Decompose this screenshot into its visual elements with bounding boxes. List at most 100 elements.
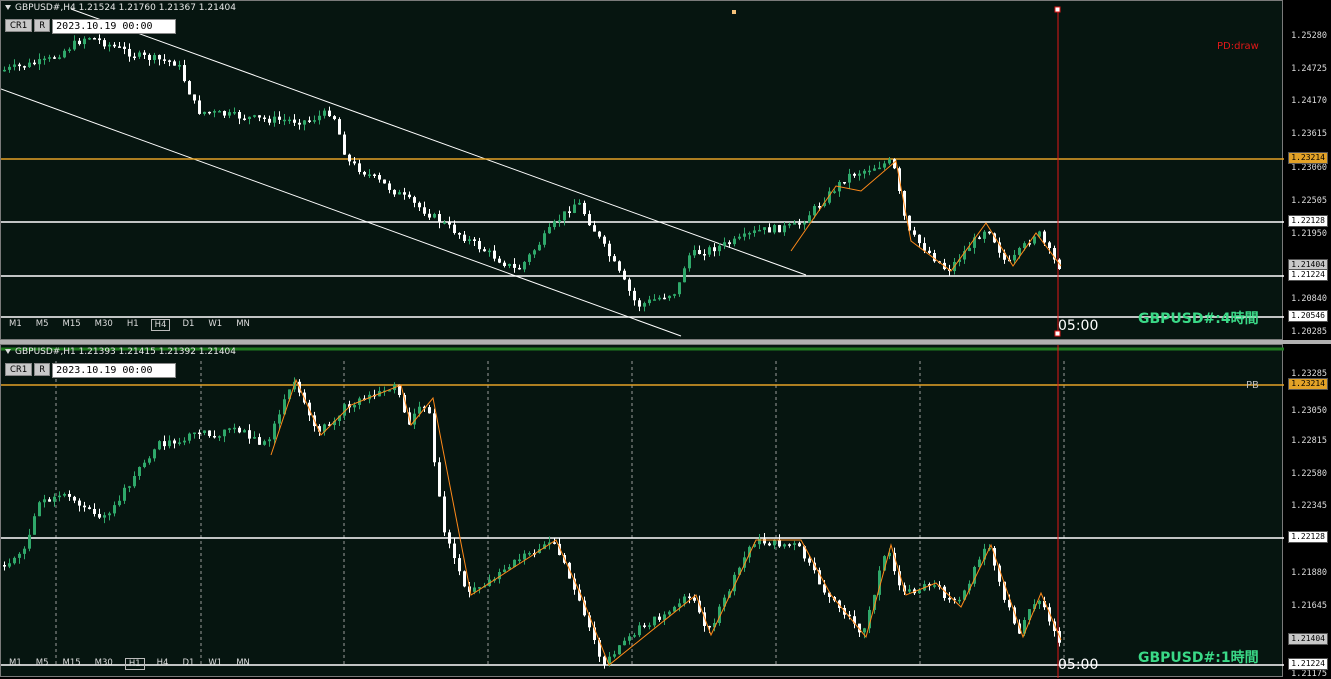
- bull-candle: [13, 557, 16, 564]
- bull-candle: [543, 233, 546, 245]
- tf-h1[interactable]: H1: [125, 319, 141, 331]
- bull-candle: [968, 247, 971, 252]
- date-input[interactable]: 2023.10.19 00:00: [52, 363, 177, 378]
- bear-candle: [263, 117, 266, 120]
- bear-candle: [193, 94, 196, 101]
- tf-h4[interactable]: H4: [155, 658, 171, 670]
- bull-candle: [63, 493, 66, 496]
- bull-candle: [233, 427, 236, 430]
- price-tick: 1.23050: [1291, 406, 1327, 416]
- bear-candle: [623, 270, 626, 280]
- bull-candle: [743, 233, 746, 237]
- tf-m15[interactable]: M15: [61, 319, 83, 331]
- tf-h4[interactable]: H4: [150, 319, 171, 331]
- bull-candle: [508, 263, 511, 266]
- bear-candle: [598, 231, 601, 237]
- h1-chart-pane[interactable]: GBPUSD#,H1 1.21393 1.21415 1.21392 1.214…: [0, 344, 1331, 679]
- pd-draw-label: PD:draw: [1217, 41, 1259, 52]
- r-button[interactable]: R: [34, 363, 51, 376]
- bull-candle: [73, 40, 76, 50]
- price-level-label: 1.23214: [1288, 378, 1328, 390]
- bear-candle: [93, 508, 96, 514]
- bear-candle: [688, 596, 691, 599]
- bear-candle: [308, 120, 311, 122]
- bear-candle: [628, 279, 631, 291]
- bull-candle: [863, 170, 866, 174]
- bear-candle: [698, 250, 701, 255]
- price-tick: 1.24725: [1291, 64, 1327, 74]
- dropdown-triangle-icon[interactable]: [5, 349, 11, 354]
- bear-candle: [258, 437, 261, 445]
- bull-candle: [528, 254, 531, 262]
- tf-mn[interactable]: MN: [234, 319, 252, 331]
- bull-candle: [668, 295, 671, 299]
- bear-candle: [163, 441, 166, 447]
- tf-m15[interactable]: M15: [61, 658, 83, 670]
- bear-candle: [728, 242, 731, 245]
- h4-price-axis[interactable]: 1.25280 1.24725 1.24170 1.23615 1.23060 1.225…: [1281, 0, 1331, 340]
- price-level-label: 1.21224: [1288, 269, 1328, 281]
- tf-m30[interactable]: M30: [93, 319, 115, 331]
- price-tick: 1.21175: [1291, 669, 1327, 679]
- date-input[interactable]: 2023.10.19 00:00: [52, 19, 177, 34]
- tf-mn[interactable]: MN: [234, 658, 252, 670]
- tf-m1[interactable]: M1: [7, 658, 24, 670]
- tf-m1[interactable]: M1: [7, 319, 24, 331]
- bear-candle: [23, 66, 26, 68]
- bear-candle: [438, 462, 441, 497]
- tf-w1[interactable]: W1: [206, 658, 224, 670]
- tf-m5[interactable]: M5: [34, 658, 51, 670]
- bear-candle: [948, 598, 951, 600]
- tf-w1[interactable]: W1: [206, 319, 224, 331]
- bear-candle: [593, 225, 596, 232]
- tf-h1[interactable]: H1: [124, 658, 145, 670]
- tf-m5[interactable]: M5: [34, 319, 51, 331]
- price-tick: 1.22505: [1291, 196, 1327, 206]
- bull-candle: [723, 242, 726, 246]
- h4-plot-area[interactable]: GBPUSD#,H4 1.21524 1.21760 1.21367 1.214…: [0, 0, 1284, 340]
- bull-candle: [758, 229, 761, 232]
- bear-candle: [113, 44, 116, 47]
- bull-candle: [688, 255, 691, 269]
- bull-candle: [38, 59, 41, 65]
- bear-candle: [33, 62, 36, 65]
- bull-candle: [983, 231, 986, 239]
- bull-candle: [473, 587, 476, 592]
- bear-candle: [703, 254, 706, 256]
- trend-channel-upper: [70, 8, 807, 276]
- dropdown-triangle-icon[interactable]: [5, 5, 11, 10]
- bull-candle: [278, 414, 281, 424]
- bear-candle: [238, 427, 241, 433]
- tf-d1[interactable]: D1: [180, 319, 196, 331]
- h1-price-axis[interactable]: 1.23285 1.23050 1.22815 1.22580 1.22345 1.218…: [1281, 344, 1331, 679]
- bull-candle: [633, 635, 636, 637]
- bear-candle: [918, 234, 921, 244]
- bull-candle: [108, 44, 111, 47]
- price-tick: 1.21950: [1291, 229, 1327, 239]
- cr1-button[interactable]: CR1: [5, 19, 33, 32]
- bull-candle: [958, 599, 961, 602]
- bull-candle: [368, 174, 371, 176]
- tf-d1[interactable]: D1: [180, 658, 196, 670]
- tf-m30[interactable]: M30: [93, 658, 115, 670]
- price-tick: 1.20840: [1291, 294, 1327, 304]
- bull-candle: [58, 495, 61, 498]
- h1-plot-area[interactable]: GBPUSD#,H1 1.21393 1.21415 1.21392 1.214…: [0, 344, 1284, 678]
- bull-candle: [253, 115, 256, 117]
- bull-candle: [398, 192, 401, 195]
- bear-candle: [788, 544, 791, 546]
- bull-candle: [908, 589, 911, 592]
- cr1-button[interactable]: CR1: [5, 363, 33, 376]
- bear-candle: [78, 40, 81, 45]
- bull-candle: [653, 299, 656, 301]
- h4-time-label: 05:00: [1058, 318, 1099, 334]
- bull-candle: [223, 429, 226, 437]
- bear-candle: [693, 597, 696, 601]
- bear-candle: [818, 206, 821, 208]
- bear-candle: [988, 231, 991, 234]
- r-button[interactable]: R: [34, 19, 51, 32]
- bull-candle: [13, 64, 16, 67]
- h4-chart-pane[interactable]: GBPUSD#,H4 1.21524 1.21760 1.21367 1.214…: [0, 0, 1331, 340]
- bear-candle: [348, 154, 351, 162]
- h1-time-label: 05:00: [1058, 657, 1099, 673]
